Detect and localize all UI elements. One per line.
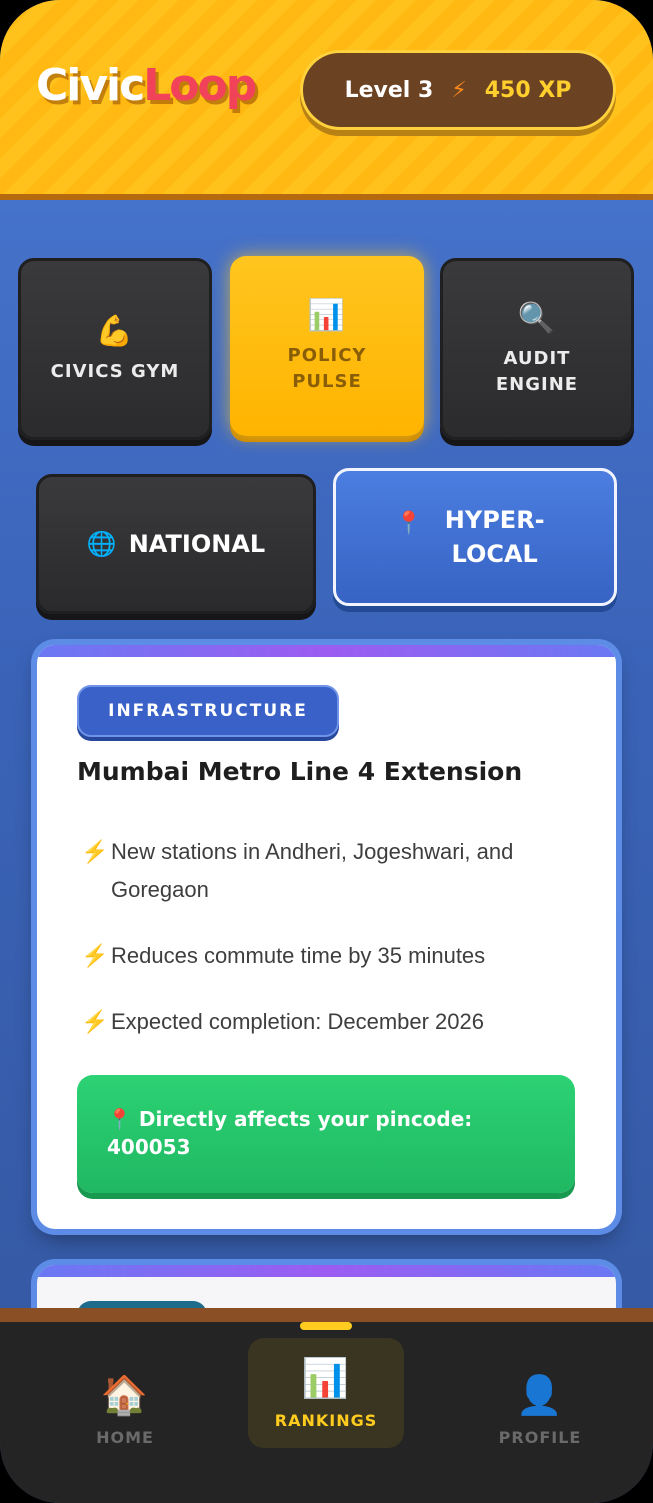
scope-label: NATIONAL <box>128 530 266 558</box>
house-icon: 🏠 <box>100 1373 150 1417</box>
mode-audit-engine[interactable]: 🔍 AUDIT ENGINE <box>440 258 634 440</box>
level-label: Level 3 <box>344 77 434 103</box>
card-title: Mumbai Metro Line 4 Extension <box>77 757 523 786</box>
scope-hyperlocal-button[interactable]: 📍 HYPER-LOCAL <box>333 468 617 606</box>
person-icon: 👤 <box>515 1373 565 1417</box>
nav-label: PROFILE <box>498 1428 582 1447</box>
pincode-impact-banner: 📍 Directly affects your pincode: 400053 <box>77 1075 575 1193</box>
xp-value: 450 XP <box>484 77 572 103</box>
bar-chart-icon: 📊 <box>301 1356 351 1400</box>
pin-icon: 📍 <box>107 1107 132 1131</box>
category-badge: INFRASTRUCTURE <box>77 685 339 737</box>
lightning-icon: ⚡ <box>81 943 109 968</box>
card-points: ⚡ New stations in Andheri, Jogeshwari, a… <box>81 833 581 1069</box>
scope-national-button[interactable]: 🌐 NATIONAL <box>36 474 316 614</box>
app-screen: CivicLoop Level 3 ⚡ 450 XP 💪 CIVICS GYM … <box>0 0 653 1503</box>
policy-card[interactable]: INFRASTRUCTURE Mumbai Metro Line 4 Exten… <box>37 645 616 1229</box>
nav-label: HOME <box>96 1428 154 1447</box>
scope-label: HYPER-LOCAL <box>444 506 545 568</box>
nav-profile[interactable]: 👤 PROFILE <box>465 1360 615 1460</box>
mode-label: POLICY PULSE <box>287 344 367 392</box>
lightning-icon: ⚡ <box>81 1009 109 1034</box>
list-item: ⚡ Expected completion: December 2026 <box>81 1003 581 1041</box>
nav-rankings[interactable]: 📊 RANKINGS <box>248 1338 404 1448</box>
list-item: ⚡ New stations in Andheri, Jogeshwari, a… <box>81 833 581 909</box>
active-tab-indicator <box>300 1322 352 1330</box>
lightning-icon: ⚡ <box>81 839 109 864</box>
app-header: CivicLoop Level 3 ⚡ 450 XP <box>0 0 653 200</box>
list-item: ⚡ Reduces commute time by 35 minutes <box>81 937 581 975</box>
app-logo: CivicLoop <box>36 60 257 111</box>
globe-icon: 🌐 <box>86 530 117 558</box>
impact-text: Directly affects your pincode: 400053 <box>107 1107 473 1159</box>
mode-policy-pulse[interactable]: 📊 POLICY PULSE <box>230 256 424 436</box>
level-xp-pill[interactable]: Level 3 ⚡ 450 XP <box>300 50 616 130</box>
mode-civics-gym[interactable]: 💪 CIVICS GYM <box>18 258 212 440</box>
pin-icon: 📍 <box>395 511 423 536</box>
lightning-icon: ⚡ <box>451 77 467 103</box>
card-accent-bar <box>37 645 616 657</box>
card-accent-bar <box>37 1265 616 1277</box>
nav-label: RANKINGS <box>274 1411 378 1430</box>
mode-label: CIVICS GYM <box>50 360 180 382</box>
bar-chart-icon: 📊 <box>307 297 347 333</box>
mode-label: AUDIT ENGINE <box>495 347 579 395</box>
flexed-biceps-icon: 💪 <box>95 313 135 349</box>
magnifier-icon: 🔍 <box>517 300 557 336</box>
nav-home[interactable]: 🏠 HOME <box>50 1360 200 1460</box>
